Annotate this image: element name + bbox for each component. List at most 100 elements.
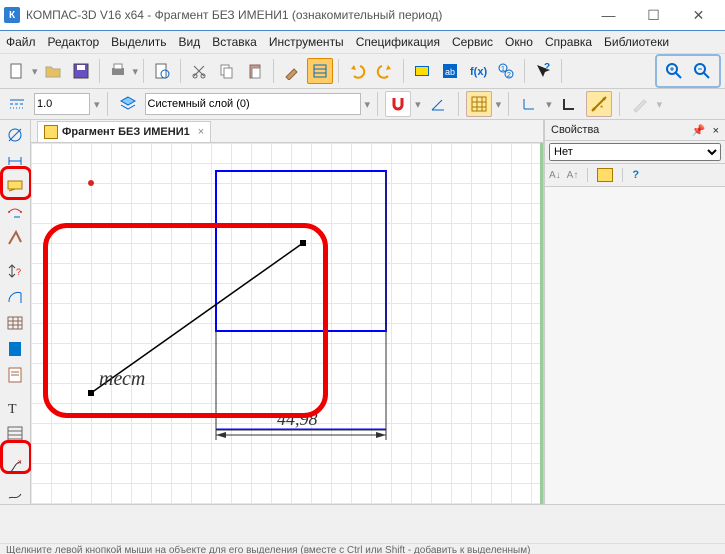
menu-select[interactable]: Выделить (111, 35, 166, 49)
sort-za-icon[interactable]: A↑ (567, 170, 579, 181)
zoom-group (655, 54, 721, 88)
menu-tools[interactable]: Инструменты (269, 35, 344, 49)
svg-text:f(x): f(x) (470, 66, 487, 78)
brush-icon[interactable] (279, 58, 305, 84)
menu-window[interactable]: Окно (505, 35, 533, 49)
measure-icon[interactable]: ? (3, 261, 27, 283)
document-tab-row: Фрагмент БЕЗ ИМЕНИ1 × (31, 120, 543, 143)
main-area: ? T x Фрагмент БЕЗ ИМЕНИ1 × (0, 120, 725, 504)
angle-snap-icon[interactable] (425, 91, 451, 117)
pencil-icon[interactable] (627, 91, 653, 117)
grid-icon[interactable] (466, 91, 492, 117)
left-toolbar: ? T x (0, 120, 31, 504)
help-arrow-icon[interactable]: ? (530, 58, 556, 84)
prop-help-icon[interactable]: ? (632, 169, 639, 181)
vars-icon[interactable]: ab (437, 58, 463, 84)
magnet-icon[interactable] (385, 91, 411, 117)
canvas-panel: Фрагмент БЕЗ ИМЕНИ1 × (31, 120, 544, 504)
fx-icon[interactable]: f(x) (465, 58, 491, 84)
constraint-icon[interactable] (3, 227, 27, 249)
toolbar-main: ▾ ▾ ab f(x) 12 ? (0, 54, 725, 89)
properties-panel: Свойства 📌 × Нет A↓ A↑ ? (544, 120, 725, 504)
zoom-in-icon[interactable] (661, 58, 687, 84)
properties-body (545, 187, 725, 504)
panel-close-icon[interactable]: × (713, 125, 719, 137)
linestyle-icon[interactable] (4, 91, 30, 117)
ortho-icon[interactable] (556, 91, 582, 117)
command-bar (0, 504, 725, 543)
layer-combo[interactable] (145, 93, 361, 115)
csys-icon[interactable] (516, 91, 542, 117)
minimize-button[interactable]: — (586, 0, 631, 30)
grid-tool-icon[interactable] (3, 423, 27, 445)
numbers-icon[interactable]: 12 (493, 58, 519, 84)
svg-text:1: 1 (501, 66, 505, 73)
svg-text:?: ? (16, 267, 21, 277)
table-tool-icon[interactable] (3, 312, 27, 334)
spline-icon[interactable]: x (3, 456, 27, 478)
properties-object-row: Нет (545, 141, 725, 164)
round-icon[interactable]: * (586, 91, 612, 117)
text-object[interactable]: тест (99, 368, 145, 391)
properties-object-select[interactable]: Нет (549, 143, 721, 161)
cut-button[interactable] (186, 58, 212, 84)
pin-icon[interactable]: 📌 (692, 125, 706, 137)
spec-tool-icon[interactable] (3, 338, 27, 360)
open-button[interactable] (40, 58, 66, 84)
menu-editor[interactable]: Редактор (48, 35, 100, 49)
sort-az-icon[interactable]: A↓ (549, 170, 561, 181)
report-icon[interactable] (3, 364, 27, 386)
menubar: Файл Редактор Выделить Вид Вставка Инстр… (0, 31, 725, 54)
tab-label: Фрагмент БЕЗ ИМЕНИ1 (62, 126, 190, 138)
print-button[interactable] (105, 58, 131, 84)
svg-text:x: x (18, 459, 22, 466)
annotation-icon[interactable] (3, 176, 27, 198)
text-tool-icon[interactable]: T (3, 397, 27, 419)
drawing-svg (31, 143, 543, 504)
layers-icon[interactable] (115, 91, 141, 117)
maximize-button[interactable]: ☐ (631, 0, 676, 30)
edit-icon[interactable] (3, 201, 27, 223)
svg-text:T: T (8, 402, 17, 417)
menu-insert[interactable]: Вставка (212, 35, 257, 49)
svg-text:ab: ab (445, 67, 455, 77)
dimension-icon[interactable] (3, 150, 27, 172)
close-button[interactable]: ✕ (676, 0, 721, 30)
arc-tool-icon[interactable] (3, 286, 27, 308)
curve-icon[interactable] (3, 482, 27, 504)
geometry-icon[interactable] (3, 124, 27, 146)
paste-button[interactable] (242, 58, 268, 84)
document-tab[interactable]: Фрагмент БЕЗ ИМЕНИ1 × (37, 121, 211, 142)
app-icon: К (4, 7, 20, 23)
svg-text:?: ? (544, 62, 550, 73)
menu-file[interactable]: Файл (6, 35, 36, 49)
undo-button[interactable] (344, 58, 370, 84)
drawing-canvas[interactable]: тест 44,98 (31, 143, 543, 504)
lineweight-combo[interactable] (34, 93, 90, 115)
tab-close-icon[interactable]: × (198, 126, 204, 138)
zoom-out-icon[interactable] (689, 58, 715, 84)
menu-service[interactable]: Сервис (452, 35, 493, 49)
svg-text:2: 2 (507, 72, 511, 79)
dimension-value[interactable]: 44,98 (277, 409, 318, 430)
properties-header: Свойства 📌 × (545, 120, 725, 141)
properties-icon[interactable] (307, 58, 333, 84)
copy-button[interactable] (214, 58, 240, 84)
menu-view[interactable]: Вид (179, 35, 201, 49)
prop-folder-icon[interactable] (597, 168, 613, 182)
toolbar-style: ▾ ▾ ▾ ▾ ▾ * ▾ (0, 89, 725, 120)
properties-title: Свойства (551, 124, 599, 136)
save-button[interactable] (68, 58, 94, 84)
properties-toolbar: A↓ A↑ ? (545, 164, 725, 187)
svg-text:*: * (600, 104, 603, 113)
new-button[interactable] (4, 58, 30, 84)
window-title: КОМПАС-3D V16 x64 - Фрагмент БЕЗ ИМЕНИ1 … (26, 8, 442, 22)
doc-icon (44, 125, 58, 139)
titlebar: К КОМПАС-3D V16 x64 - Фрагмент БЕЗ ИМЕНИ… (0, 0, 725, 31)
preview-button[interactable] (149, 58, 175, 84)
library-mgr-icon[interactable] (409, 58, 435, 84)
menu-help[interactable]: Справка (545, 35, 592, 49)
menu-libs[interactable]: Библиотеки (604, 35, 669, 49)
menu-spec[interactable]: Спецификация (356, 35, 440, 49)
redo-button[interactable] (372, 58, 398, 84)
